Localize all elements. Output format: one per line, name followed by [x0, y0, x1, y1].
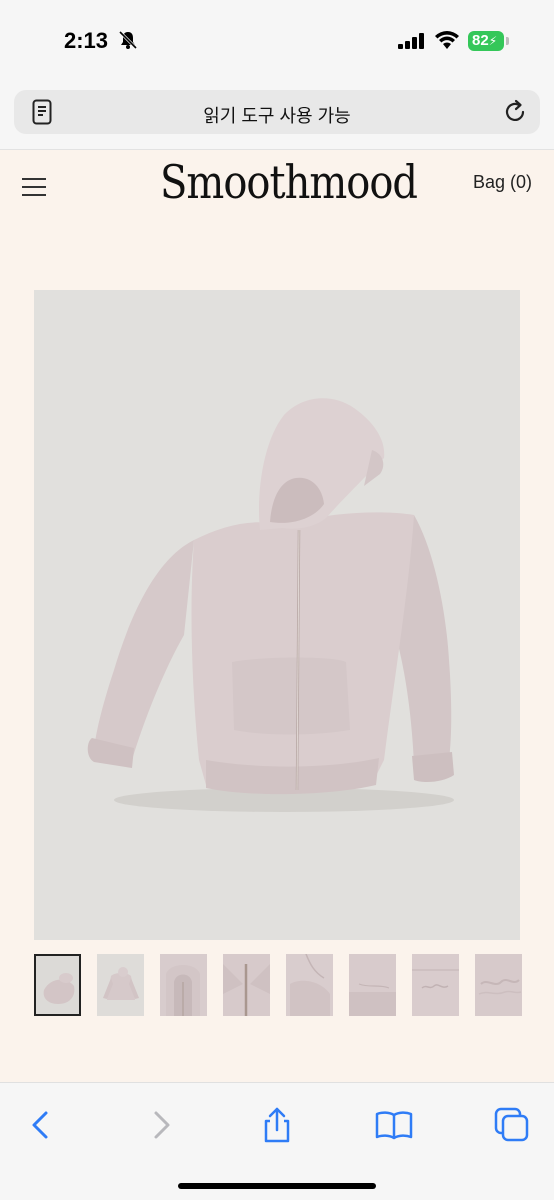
signal-icon — [398, 33, 424, 49]
thumbnail-hoodie-front-small[interactable] — [97, 954, 144, 1016]
bag-link[interactable]: Bag (0) — [473, 172, 532, 193]
wifi-icon — [435, 31, 459, 49]
browser-top-bar: 읽기 도구 사용 가능 — [0, 80, 554, 150]
thumbnail-strip — [34, 954, 522, 1018]
forward-icon[interactable] — [140, 1105, 180, 1145]
thumbnail-hoodie-zipper-closeup[interactable] — [223, 954, 270, 1016]
hoodie-illustration — [87, 398, 454, 812]
status-time: 2:13 — [64, 28, 109, 53]
home-indicator — [178, 1183, 376, 1189]
back-icon[interactable] — [22, 1105, 62, 1145]
thumbnail-hoodie-fabric-texture[interactable] — [475, 954, 522, 1016]
thumbnail-hoodie-logo-embroidery[interactable] — [412, 954, 459, 1016]
tabs-icon[interactable] — [492, 1105, 532, 1145]
battery-icon: 82⚡ — [468, 31, 504, 51]
thumbnail-hoodie-folded[interactable] — [34, 954, 81, 1016]
share-icon[interactable] — [257, 1105, 297, 1145]
status-bar: 2:13 82⚡ — [0, 0, 554, 80]
hamburger-menu-icon[interactable] — [22, 178, 46, 196]
thumbnail-hoodie-cuff-closeup[interactable] — [286, 954, 333, 1016]
thumbnail-hoodie-hood-closeup[interactable] — [160, 954, 207, 1016]
reload-icon[interactable] — [502, 99, 528, 125]
bookmarks-icon[interactable] — [374, 1105, 414, 1145]
battery-level: 82 — [472, 32, 489, 49]
site-logo[interactable]: Smoothmood — [160, 157, 418, 210]
browser-bottom-toolbar — [0, 1082, 554, 1200]
thumbnail-hoodie-hem-closeup[interactable] — [349, 954, 396, 1016]
address-bar[interactable]: 읽기 도구 사용 가능 — [14, 90, 540, 134]
battery-tip — [506, 37, 509, 45]
site-header: Smoothmood Bag (0) — [0, 150, 554, 230]
address-text[interactable]: 읽기 도구 사용 가능 — [14, 102, 540, 128]
product-main-image[interactable] — [34, 290, 520, 940]
bell-slash-icon — [118, 30, 138, 50]
